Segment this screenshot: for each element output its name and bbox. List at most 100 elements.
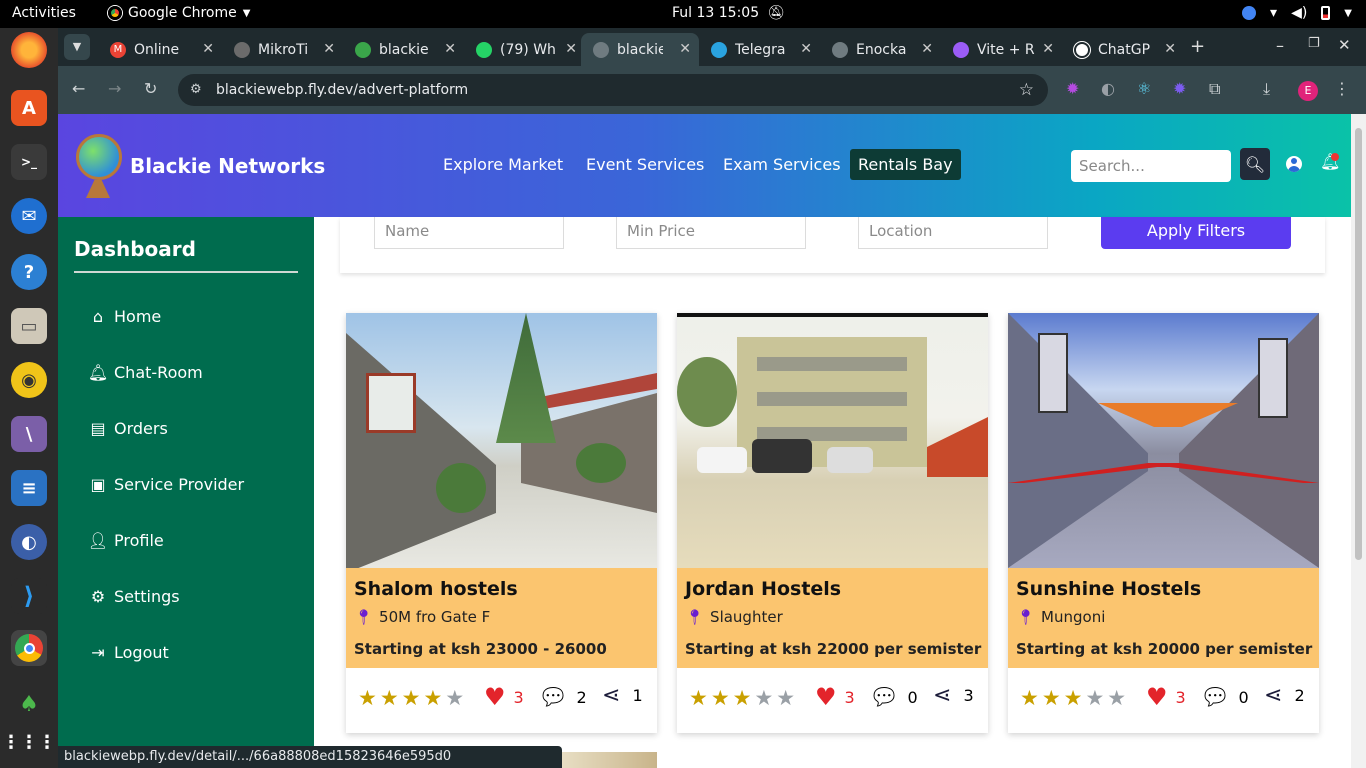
site-info-icon[interactable]: ⚙︎ (190, 74, 202, 106)
card-info: Shalom hostels 📍︎ 50M fro Gate F Starting… (346, 568, 657, 668)
search-input[interactable]: Search... (1071, 150, 1231, 182)
tab-3[interactable]: (79) Wh ✕ (464, 33, 585, 66)
close-icon[interactable]: ✕ (444, 41, 456, 57)
tab-8[interactable]: ChatGP ✕ (1062, 33, 1184, 66)
libreoffice-writer-icon[interactable]: ≡ (11, 470, 47, 506)
close-icon[interactable]: ✕ (202, 41, 214, 57)
close-icon[interactable]: ✕ (921, 41, 933, 57)
sidebar-item-chat-room[interactable]: 🔔︎ Chat-Room (88, 363, 203, 382)
search-icon: 🔍︎ (1244, 154, 1266, 174)
new-tab-button[interactable]: + (1190, 36, 1205, 57)
address-bar[interactable]: ⚙︎ blackiewebp.fly.dev/advert-platform ☆ (178, 74, 1048, 106)
close-icon[interactable]: ✕ (679, 41, 691, 57)
bookmark-star-icon[interactable]: ☆ (1019, 74, 1034, 106)
extension-icon[interactable]: ✹ (1173, 79, 1186, 98)
profile-avatar[interactable]: E (1298, 81, 1318, 101)
hostel-photo[interactable] (346, 313, 657, 568)
close-icon[interactable]: ✕ (1164, 41, 1176, 57)
more-menu-icon[interactable]: ⋮ (1334, 79, 1350, 98)
disk-usage-icon[interactable]: ◐ (11, 524, 47, 560)
vscode-icon[interactable]: ⟩ (11, 578, 47, 614)
activities-button[interactable]: Activities (12, 5, 76, 21)
reload-icon[interactable]: ↻ (144, 79, 157, 98)
thunderbird-icon[interactable]: ✉ (11, 198, 47, 234)
software-center-icon[interactable]: A (11, 90, 47, 126)
minimize-button[interactable]: – (1276, 36, 1284, 55)
close-window-button[interactable]: ✕ (1338, 36, 1351, 54)
apply-filters-button[interactable]: Apply Filters (1101, 217, 1291, 249)
user-account-icon[interactable] (1286, 156, 1302, 172)
like-button[interactable]: ♥ 3 (484, 683, 524, 711)
tab-1[interactable]: MikroTi ✕ (222, 33, 343, 66)
sidebar-item-service-provider[interactable]: ▣ Service Provider (90, 475, 244, 494)
sidebar-item-settings[interactable]: ⚙︎ Settings (90, 587, 180, 606)
gmail-icon: M (110, 41, 126, 58)
location-filter-input[interactable]: Location (858, 217, 1048, 249)
clock[interactable]: Ful 13 15:05 🔕︎ (672, 5, 785, 21)
hostel-photo[interactable] (677, 313, 988, 568)
terminal-icon[interactable]: >_ (11, 144, 47, 180)
nav-rentals-bay[interactable]: Rentals Bay (850, 149, 961, 180)
search-button[interactable]: 🔍︎ (1240, 148, 1270, 180)
system-tray[interactable]: ▾ ◀) ▼ (1242, 5, 1352, 21)
sidebar-item-orders[interactable]: ▤ Orders (90, 419, 167, 438)
text-editor-icon[interactable]: \ (11, 416, 47, 452)
close-icon[interactable]: ✕ (800, 41, 812, 57)
comment-button[interactable]: 💬︎ 0 (1200, 683, 1249, 711)
show-apps-icon[interactable]: ⋮⋮⋮ (2, 724, 56, 760)
listing-card[interactable]: Jordan Hostels 📍︎ Slaughter Starting at k… (677, 313, 988, 733)
listing-card[interactable]: Shalom hostels 📍︎ 50M fro Gate F Starting… (346, 313, 657, 733)
comment-button[interactable]: 💬︎ 2 (538, 683, 587, 711)
extension-icon[interactable]: ✹ (1066, 79, 1079, 98)
nav-event-services[interactable]: Event Services (586, 155, 704, 174)
brand-title: Blackie Networks (130, 154, 326, 178)
share-button[interactable]: ⋖ 3 (933, 683, 974, 708)
star-rating[interactable]: ★★★★★ (689, 686, 798, 710)
min-price-filter-input[interactable]: Min Price (616, 217, 806, 249)
close-icon[interactable]: ✕ (565, 41, 577, 57)
like-button[interactable]: ♥ 3 (1146, 683, 1186, 711)
scrollbar-thumb[interactable] (1355, 128, 1362, 560)
download-icon[interactable]: ⤓ (1263, 79, 1270, 99)
listing-card-peek[interactable] (558, 752, 657, 768)
app-menu[interactable]: Google Chrome ▼ (108, 5, 250, 21)
share-button[interactable]: ⋖ 2 (1264, 683, 1305, 708)
star-rating[interactable]: ★★★★★ (1020, 686, 1129, 710)
share-button[interactable]: ⋖ 1 (602, 683, 643, 708)
files-icon[interactable]: ▭ (11, 308, 47, 344)
page-scrollbar[interactable] (1351, 114, 1366, 768)
tab-4-active[interactable]: blackie ✕ (581, 33, 699, 66)
tab-7[interactable]: Vite + R ✕ (941, 33, 1062, 66)
nav-explore-market[interactable]: Explore Market (443, 155, 563, 174)
tab-5[interactable]: Telegra ✕ (699, 33, 820, 66)
extension-icon[interactable]: ◐ (1101, 79, 1115, 98)
help-icon[interactable]: ? (11, 254, 47, 290)
firefox-icon[interactable] (11, 32, 47, 68)
rhythmbox-icon[interactable]: ◉ (11, 362, 47, 398)
chrome-dock-icon[interactable] (11, 630, 47, 666)
listing-card[interactable]: Sunshine Hostels 📍︎ Mungoni Starting at k… (1008, 313, 1319, 733)
maximize-button[interactable]: ❐ (1308, 36, 1320, 51)
close-icon[interactable]: ✕ (323, 41, 335, 57)
tab-6[interactable]: Enocka ✕ (820, 33, 941, 66)
tab-search-button[interactable]: ▼ (64, 34, 90, 60)
sidebar-item-logout[interactable]: ⇥ Logout (90, 643, 168, 662)
tab-2[interactable]: blackie ✕ (343, 33, 464, 66)
close-icon[interactable]: ✕ (1042, 41, 1054, 57)
nav-exam-services[interactable]: Exam Services (723, 155, 841, 174)
sidebar-item-home[interactable]: ⌂ Home (90, 307, 161, 326)
tab-0[interactable]: M Online ✕ (98, 33, 222, 66)
hostel-photo[interactable] (1008, 313, 1319, 568)
react-devtools-icon[interactable]: ⚛ (1137, 79, 1151, 98)
site-header: Blackie Networks Explore Market Event Se… (58, 114, 1351, 217)
mongodb-compass-icon[interactable]: ♠ (11, 686, 47, 722)
forward-icon[interactable]: → (108, 79, 121, 98)
brand[interactable]: Blackie Networks (72, 132, 325, 200)
extensions-puzzle-icon[interactable]: ⧉ (1209, 79, 1220, 99)
like-button[interactable]: ♥ 3 (815, 683, 855, 711)
back-icon[interactable]: ← (72, 79, 85, 98)
star-rating[interactable]: ★★★★★ (358, 686, 467, 710)
comment-button[interactable]: 💬︎ 0 (869, 683, 918, 711)
sidebar-item-profile[interactable]: 👤︎ Profile (88, 531, 164, 550)
name-filter-input[interactable]: Name (374, 217, 564, 249)
